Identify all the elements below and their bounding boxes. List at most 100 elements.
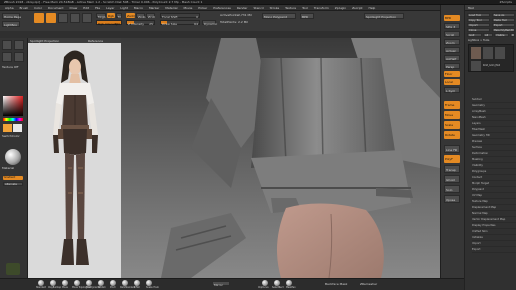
paste-tool-button[interactable]: Paste Tool (492, 18, 515, 22)
tool-name-label: Kimt_Grim_Mod (483, 64, 501, 67)
load-tool-button[interactable]: Load Tool (467, 13, 490, 17)
rgb-intensity-slider[interactable]: Rgb Intensity 100 (96, 20, 122, 26)
tool-thumbnails[interactable]: Kimt_Grim_Mod (468, 44, 514, 72)
hue-slider[interactable] (3, 118, 23, 121)
main-color-swatch[interactable] (3, 124, 12, 132)
strip-zoom[interactable]: Zoom (444, 39, 460, 45)
gradient-button[interactable]: Gradient (3, 176, 23, 180)
save-as-button[interactable]: Save As (492, 13, 515, 17)
zsub-button[interactable]: Zsub (136, 13, 145, 19)
strip-solo-label: Solo (446, 188, 453, 192)
strip-lsym-label: L.Sym (446, 89, 456, 93)
export-label: Export (494, 24, 503, 27)
zadd-button[interactable]: Zadd (126, 13, 135, 18)
alpha-thumb[interactable] (2, 52, 12, 62)
brush-damstandard-label: DamStandard (120, 286, 136, 289)
shelf-subrow (0, 31, 440, 38)
rotate-button[interactable] (82, 13, 92, 23)
spotlight-projection-shelf[interactable]: SpotLight Projection (364, 13, 404, 19)
strip-linefill[interactable]: Line Fill (444, 145, 460, 153)
draw-size-value: 64 (194, 21, 198, 26)
strip-frame[interactable]: Frame (444, 101, 460, 109)
alternate-label: Alternate (5, 183, 17, 186)
copy-tool-button[interactable]: Copy Tool (467, 18, 490, 22)
mono-polypaint-button[interactable]: Mono Polypaint (262, 13, 296, 19)
color-picker-square[interactable] (3, 96, 23, 116)
zremesher-label[interactable]: ZRemesher (360, 282, 377, 286)
mrgb-button[interactable]: Mrgb (96, 13, 106, 19)
bpr-shelf-button[interactable]: BPR (300, 13, 314, 19)
tool-thumb-3[interactable] (495, 47, 505, 59)
stroke-thumb[interactable] (14, 40, 24, 50)
strip-local[interactable]: Local (444, 79, 460, 85)
draw-button[interactable] (46, 13, 56, 23)
tool-thumb-character[interactable] (471, 47, 481, 59)
strip-bpr-label: BPR (445, 16, 451, 20)
brush-thumb[interactable] (2, 40, 12, 50)
lightbox-tools-label[interactable]: Lightbox > Tools (468, 39, 489, 42)
strip-ghost[interactable]: Ghost (444, 175, 460, 183)
switch-color-label[interactable]: SwitchColor (2, 134, 20, 138)
strip-xpose[interactable]: Xpose (444, 195, 460, 203)
brush-snakehook-label: Snake Hook (146, 286, 159, 289)
rgb-intensity-value: 100 (114, 21, 120, 26)
brush-hpolish-label: hPolish (98, 286, 106, 289)
tool-palette: Tool Load Tool Save As Copy Tool Paste T… (464, 5, 516, 290)
home-page-label: Home Page (4, 15, 22, 19)
brush-maskpen-label: MaskPen (286, 286, 296, 289)
draw-size-slider[interactable]: Draw Size 64 (160, 20, 200, 26)
bottom-brush-shelf: Standard ClayBuildup Move Move Topologic… (0, 278, 464, 290)
zcut-button[interactable]: Zcut (146, 13, 155, 19)
scale-button[interactable] (70, 13, 80, 23)
strip-rotate[interactable]: Rotate (444, 131, 460, 139)
make-polymesh-button[interactable]: Make PolyMesh3D (492, 28, 515, 32)
strip-floor[interactable]: Floor (444, 71, 460, 77)
strip-lsym[interactable]: L.Sym (444, 87, 460, 93)
secondary-color-swatch[interactable] (13, 124, 22, 132)
spotlight-projection-tab[interactable]: Spotlight Projection (30, 39, 59, 43)
move-button[interactable] (58, 13, 68, 23)
material-sphere[interactable] (5, 149, 21, 165)
focal-shift-slider[interactable]: Focal Shift 0 (160, 13, 200, 19)
export-button[interactable]: Export (492, 23, 515, 27)
strip-ghost-label: Ghost (446, 178, 455, 182)
clone-button[interactable]: Clone (467, 28, 490, 32)
strip-transp[interactable]: Transp (444, 165, 460, 173)
strip-actual-label: Actual (446, 49, 456, 53)
import-label: Import (469, 24, 478, 27)
strip-move[interactable]: Move (444, 111, 460, 119)
edit-button[interactable] (34, 13, 44, 23)
m-button[interactable]: M (116, 13, 122, 19)
strip-bpr[interactable]: BPR (444, 15, 460, 21)
tool-thumb-2[interactable] (483, 47, 493, 59)
goz-button[interactable]: GoZ (467, 33, 482, 37)
strip-actual[interactable]: Actual (444, 47, 460, 53)
home-page-button[interactable]: Home Page (2, 13, 22, 19)
strip-spix[interactable]: SPix 3 (444, 23, 460, 29)
rgb-button[interactable]: Rgb (107, 13, 115, 18)
alternate-button[interactable]: Alternate (3, 182, 23, 186)
r-button[interactable]: R (510, 33, 515, 37)
canvas-viewport[interactable] (121, 38, 440, 278)
reference-tab[interactable]: Reference (88, 39, 103, 43)
dynamic-button[interactable]: Dynamic (202, 20, 217, 26)
tool-thumb-4[interactable] (471, 61, 481, 71)
strip-solo[interactable]: Solo (444, 185, 460, 193)
all-button[interactable]: All (483, 33, 493, 37)
strip-scroll[interactable]: Scroll (444, 31, 460, 37)
strip-aahalf[interactable]: AAHalf (444, 55, 460, 61)
backface-mask-label[interactable]: Backface Mask (325, 282, 347, 286)
total-points-label: TotalPoints: (220, 20, 238, 24)
tool-menu-export[interactable]: Export (472, 247, 516, 253)
lightbox-button[interactable]: LightBox (2, 21, 20, 27)
import-button[interactable]: Import (467, 23, 490, 27)
rgb-label: Rgb (108, 13, 114, 18)
mirror-button[interactable]: Mirror (212, 281, 230, 287)
visible-button[interactable]: Visible (494, 33, 509, 37)
strip-polyf[interactable]: PolyF (444, 155, 460, 163)
mono-polypaint-label: Mono Polypaint (264, 15, 287, 19)
z-intensity-slider[interactable]: Z Intensity 25 (126, 20, 155, 26)
strip-persp[interactable]: Persp (444, 63, 460, 69)
texture-thumb[interactable] (14, 52, 24, 62)
strip-scale[interactable]: Scale (444, 121, 460, 129)
